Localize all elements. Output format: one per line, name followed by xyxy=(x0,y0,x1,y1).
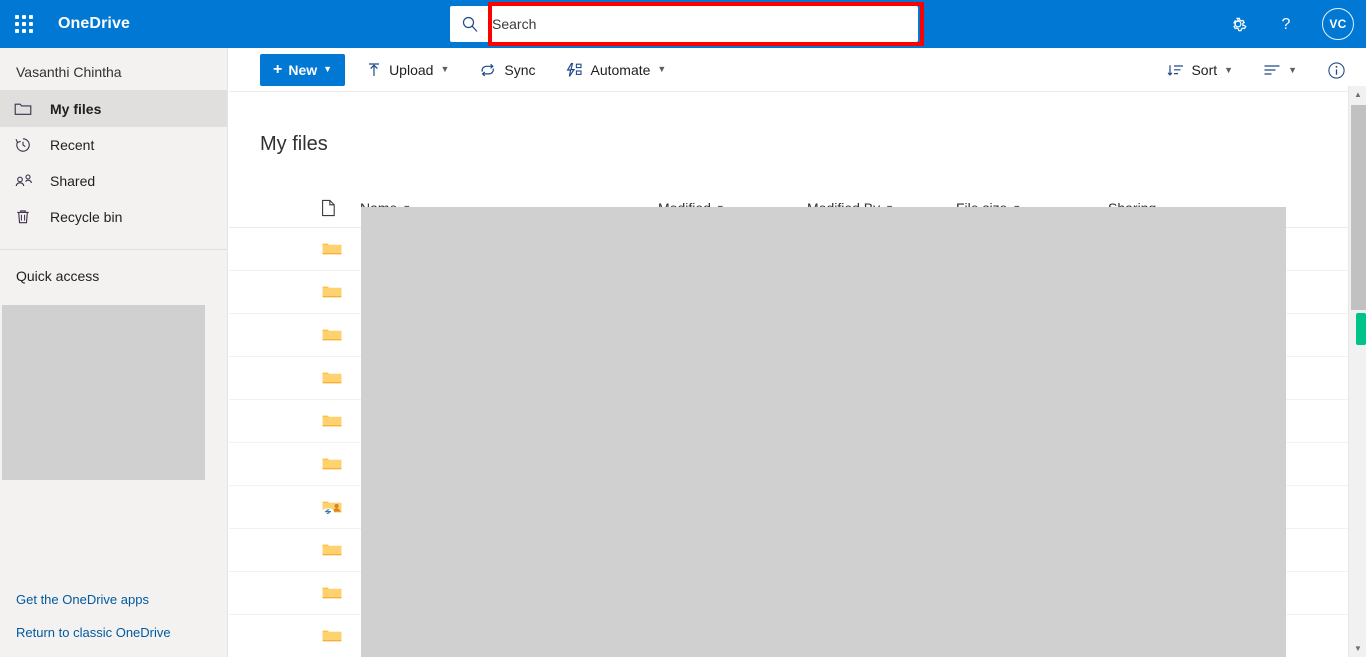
search-box[interactable] xyxy=(450,6,918,42)
return-classic-onedrive-link[interactable]: Return to classic OneDrive xyxy=(0,616,228,649)
sidebar-item-label: My files xyxy=(50,101,102,117)
header-actions: ? VC xyxy=(1214,0,1366,48)
scrollbar-thumb[interactable] xyxy=(1351,105,1366,310)
plus-icon: + xyxy=(273,60,283,78)
info-icon xyxy=(1327,61,1346,80)
sort-label: Sort xyxy=(1191,62,1218,78)
settings-button[interactable] xyxy=(1214,0,1262,48)
details-pane-button[interactable] xyxy=(1318,52,1360,88)
folder-icon xyxy=(321,583,343,603)
account-manager-button[interactable]: VC xyxy=(1310,0,1366,48)
search-icon xyxy=(450,6,490,42)
scroll-up-arrow-icon[interactable]: ▲ xyxy=(1349,86,1366,103)
account-name: Vasanthi Chintha xyxy=(16,64,122,80)
chevron-down-icon: ▼ xyxy=(1224,64,1234,75)
folder-icon xyxy=(14,101,46,117)
sidebar-item-recycle-bin[interactable]: Recycle bin xyxy=(0,199,227,235)
people-icon xyxy=(14,172,46,190)
sync-label: Sync xyxy=(504,61,536,78)
folder-icon xyxy=(321,239,343,259)
sort-button[interactable]: Sort ▼ xyxy=(1158,52,1242,88)
list-view-icon xyxy=(1263,63,1281,77)
chevron-down-icon: ▼ xyxy=(657,64,667,74)
sidebar-item-label: Recent xyxy=(50,137,95,153)
svg-text:?: ? xyxy=(1282,16,1291,33)
folder-icon xyxy=(321,368,343,388)
avatar: VC xyxy=(1322,8,1354,40)
file-names-redaction xyxy=(361,207,1286,657)
app-launcher-button[interactable] xyxy=(0,0,48,48)
get-onedrive-apps-link[interactable]: Get the OneDrive apps xyxy=(0,583,228,616)
vertical-scrollbar[interactable]: ▲ ▼ xyxy=(1348,86,1366,657)
sidebar-bottom-links: Get the OneDrive apps Return to classic … xyxy=(0,583,228,649)
chevron-down-icon: ▼ xyxy=(440,64,450,74)
question-mark-icon: ? xyxy=(1282,16,1291,33)
sidebar-item-my-files[interactable]: My files xyxy=(0,91,227,127)
automate-button[interactable]: Automate ▼ xyxy=(556,52,675,88)
onedrive-page: OneDrive ? xyxy=(0,0,1366,657)
brand-onedrive[interactable]: OneDrive xyxy=(48,15,130,33)
upload-button[interactable]: Upload ▼ xyxy=(357,52,458,88)
left-navigation: Vasanthi Chintha My files Recent Shared … xyxy=(0,48,228,657)
page-title: My files xyxy=(260,133,328,155)
sidebar-item-shared[interactable]: Shared xyxy=(0,163,227,199)
sync-button[interactable]: Sync xyxy=(470,52,544,88)
new-button-label: New xyxy=(288,61,318,78)
new-button[interactable]: + New ▼ xyxy=(260,53,346,86)
view-options-button[interactable]: ▼ xyxy=(1254,52,1306,88)
sync-icon xyxy=(479,62,497,78)
upload-icon xyxy=(366,62,382,78)
automate-icon xyxy=(565,62,583,78)
scroll-down-arrow-icon[interactable]: ▼ xyxy=(1349,640,1366,657)
sidebar-item-recent[interactable]: Recent xyxy=(0,127,227,163)
clock-icon xyxy=(14,136,46,154)
upload-label: Upload xyxy=(389,61,434,78)
waffle-icon xyxy=(15,15,33,33)
command-bar: + New ▼ Upload ▼ Sync Automate ▼ Sort ▼ … xyxy=(229,48,1366,92)
quick-access-title: Quick access xyxy=(16,268,100,284)
chevron-down-icon: ▼ xyxy=(323,64,333,74)
gear-icon xyxy=(1233,17,1247,32)
search-input[interactable] xyxy=(490,7,918,41)
folder-icon xyxy=(321,454,343,474)
nav-list: My files Recent Shared Recycle bin xyxy=(0,91,227,235)
folder-icon xyxy=(321,540,343,560)
folder-icon xyxy=(321,325,343,345)
quick-access-redaction xyxy=(2,305,205,480)
help-button[interactable]: ? xyxy=(1262,0,1310,48)
folder-icon xyxy=(321,626,343,646)
automate-label: Automate xyxy=(590,61,651,78)
file-type-column-icon xyxy=(321,199,336,217)
folder-icon xyxy=(321,282,343,302)
main-content: My files Name ▼ Modified ▼ Modified By ▼ xyxy=(229,93,1348,657)
folder-icon xyxy=(321,411,343,431)
sort-icon xyxy=(1167,62,1184,78)
shared-folder-icon xyxy=(321,497,343,517)
scroll-position-marker xyxy=(1356,313,1366,345)
suite-header: OneDrive ? xyxy=(0,0,1366,48)
trash-icon xyxy=(14,208,46,226)
sidebar-item-label: Recycle bin xyxy=(50,209,123,225)
chevron-down-icon: ▼ xyxy=(1288,64,1297,75)
sidebar-item-label: Shared xyxy=(50,173,96,189)
command-bar-right: Sort ▼ ▼ xyxy=(1146,52,1360,88)
